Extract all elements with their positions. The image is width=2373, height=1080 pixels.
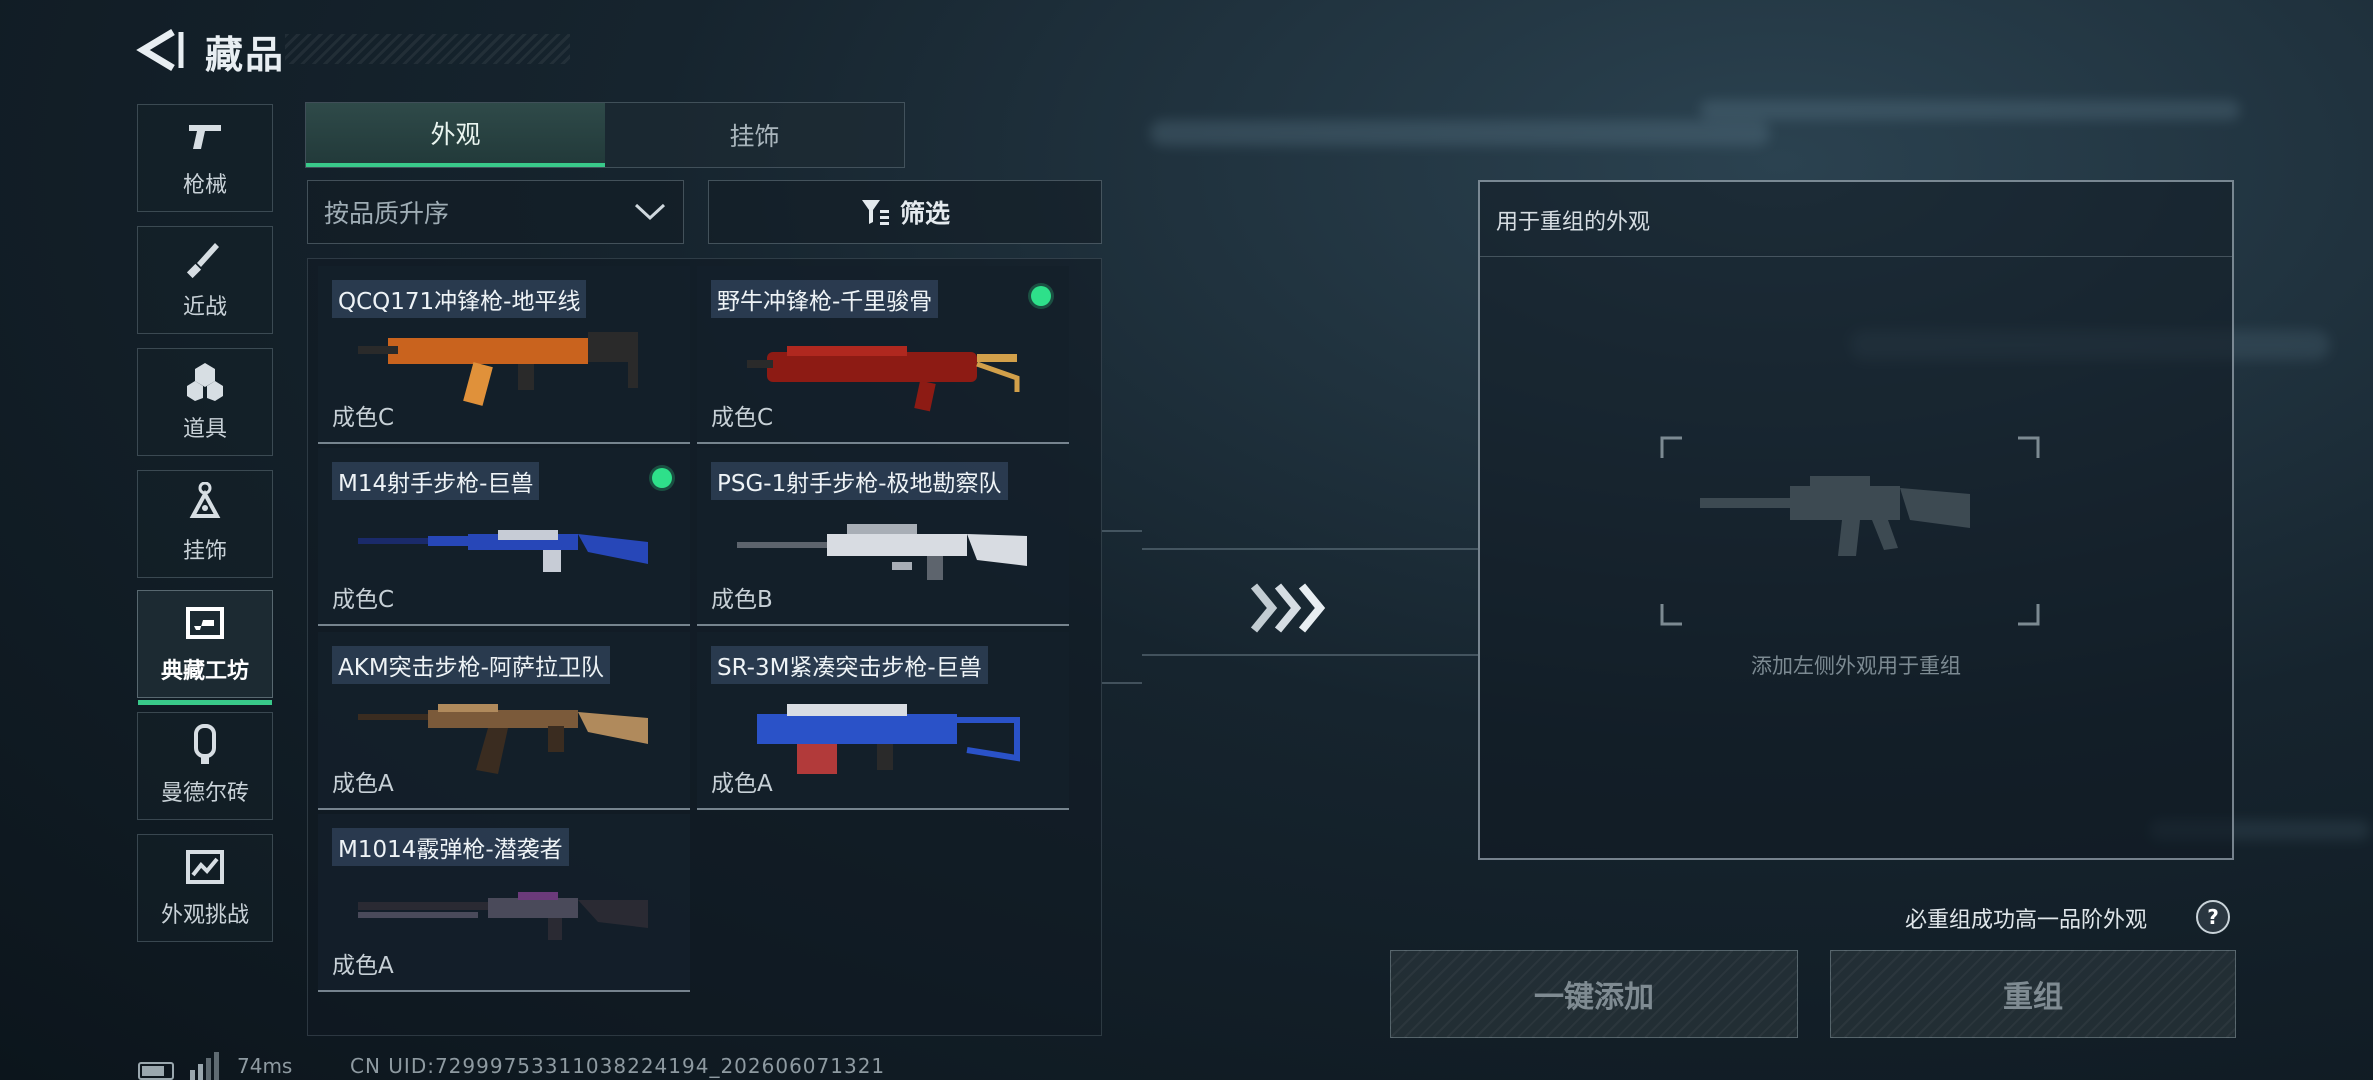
skin-quality: 成色B: [711, 587, 773, 613]
sidebar-item-label: 近战: [182, 295, 227, 320]
skin-quality: 成色A: [711, 771, 773, 797]
ping-readout: 74ms: [237, 1054, 293, 1078]
tab-charms[interactable]: 挂饰: [605, 103, 904, 167]
gun-image: [737, 524, 1027, 580]
challenge-icon: [185, 847, 225, 887]
filter-label: 筛选: [899, 199, 950, 228]
skin-name: QCQ171冲锋枪-地平线: [332, 280, 587, 318]
placeholder-text: 添加左侧外观用于重组: [1751, 654, 1961, 678]
empty-slot-rifle-icon: [1660, 436, 2040, 626]
skin-name: SR-3M紧凑突击步枪-巨兽: [711, 646, 988, 684]
tab-bar: 外观 挂饰: [305, 102, 905, 168]
back-arrow-icon[interactable]: [135, 28, 185, 72]
skin-card-akm[interactable]: AKM突击步枪-阿萨拉卫队 成色A: [318, 632, 690, 810]
charm-icon: [185, 482, 225, 523]
add-all-button[interactable]: 一键添加: [1390, 950, 1798, 1038]
gun-image: [358, 892, 648, 940]
sort-label: 按品质升序: [324, 199, 450, 228]
brick-icon: [185, 724, 225, 765]
transfer-arrows-icon: [1250, 583, 1326, 633]
gun-image: [358, 332, 638, 406]
panel-title: 用于重组的外观: [1496, 210, 1651, 235]
skin-quality: 成色C: [332, 405, 395, 431]
sidebar-item-workshop[interactable]: 典藏工坊: [137, 590, 273, 705]
sidebar-item-tools[interactable]: 道具: [137, 348, 273, 456]
title-decoration: [285, 34, 570, 64]
uid-text: CN UID:7299975331103822419​4_20260607132…: [350, 1054, 886, 1078]
sidebar-item-guns[interactable]: 枪械: [137, 104, 273, 212]
skin-name: M1014霰弹枪-潜袭者: [332, 828, 569, 866]
skin-name: AKM突击步枪-阿萨拉卫队: [332, 646, 610, 684]
sidebar-item-melee[interactable]: 近战: [137, 226, 273, 334]
reconstruct-button[interactable]: 重组: [1830, 950, 2236, 1038]
knife-icon: [185, 239, 225, 279]
gun-image: [747, 346, 1020, 412]
page-title: 藏品: [205, 33, 286, 77]
sidebar-item-label: 外观挑战: [160, 903, 249, 928]
skin-card-qcq171[interactable]: QCQ171冲锋枪-地平线 成色C: [318, 266, 690, 444]
skin-name: 野牛冲锋枪-千里骏骨: [711, 280, 939, 318]
sidebar-item-charms[interactable]: 挂饰: [137, 470, 273, 578]
skin-name: PSG-1射手步枪-极地勘察队: [711, 462, 1008, 500]
tab-appearance[interactable]: 外观: [306, 103, 605, 167]
skin-name: M14射手步枪-巨兽: [332, 462, 540, 500]
sidebar-item-skin-challenge[interactable]: 外观挑战: [137, 834, 273, 942]
gun-image: [757, 704, 1020, 774]
skin-quality: 成色C: [711, 405, 774, 431]
sidebar-item-label: 典藏工坊: [160, 659, 249, 684]
pistol-icon: [185, 117, 225, 157]
equipped-indicator: [652, 468, 672, 488]
connector-line: [1142, 654, 1478, 656]
sidebar-item-label: 曼德尔砖: [160, 781, 249, 806]
skin-card-sr3m[interactable]: SR-3M紧凑突击步枪-巨兽 成色A: [697, 632, 1069, 810]
signal-icon: [190, 1052, 219, 1080]
chevron-down-icon: [634, 203, 666, 221]
sidebar-item-label: 道具: [182, 417, 227, 442]
skin-card-m14[interactable]: M14射手步枪-巨兽 成色C: [318, 448, 690, 626]
sidebar-item-label: 挂饰: [182, 539, 227, 564]
filter-button[interactable]: 筛选: [708, 180, 1102, 244]
skin-quality: 成色A: [332, 771, 394, 797]
gun-image: [358, 704, 648, 774]
skin-card-psg1[interactable]: PSG-1射手步枪-极地勘察队 成色B: [697, 448, 1069, 626]
connector-line: [1102, 530, 1142, 532]
skin-quality: 成色A: [332, 953, 394, 979]
sort-dropdown[interactable]: 按品质升序: [307, 180, 684, 244]
skin-card-m1014[interactable]: M1014霰弹枪-潜袭者 成色A: [318, 814, 690, 992]
connector-line: [1102, 682, 1142, 684]
sidebar-item-mandel-brick[interactable]: 曼德尔砖: [137, 712, 273, 820]
battery-icon: [138, 1062, 174, 1080]
skin-quality: 成色C: [332, 587, 395, 613]
skin-card-bizon[interactable]: 野牛冲锋枪-千里骏骨 成色C: [697, 266, 1069, 444]
help-icon[interactable]: ?: [2196, 900, 2230, 934]
filter-icon: [861, 200, 889, 225]
sidebar-item-label: 枪械: [182, 173, 227, 198]
gun-image: [358, 530, 648, 572]
connector-line: [1142, 548, 1478, 550]
workshop-icon: [185, 603, 225, 643]
equipped-indicator: [1031, 286, 1051, 306]
grenade-icon: [185, 361, 225, 401]
guarantee-hint: 必重组成功高一品阶外观: [1905, 908, 2148, 933]
